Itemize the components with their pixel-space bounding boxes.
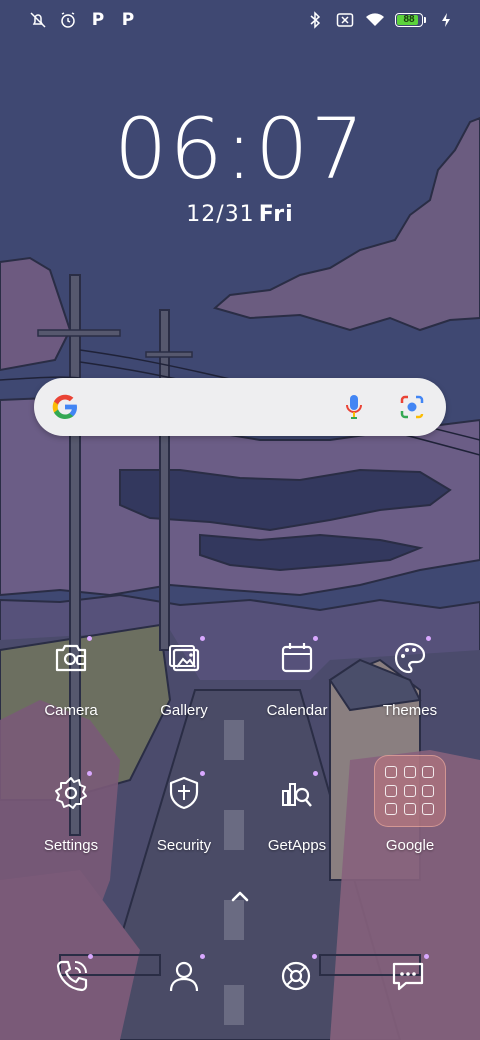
dock-phone[interactable] xyxy=(42,954,102,1018)
dock-browser[interactable] xyxy=(266,954,326,1018)
gallery-icon xyxy=(169,645,200,672)
notification-dot xyxy=(200,954,205,959)
contacts-icon xyxy=(169,961,199,992)
dock-messages[interactable] xyxy=(378,954,438,1018)
app-label: Calendar xyxy=(266,702,328,719)
battery-frame: 88 xyxy=(395,13,423,27)
wifi-icon xyxy=(365,10,385,30)
p-notification-icon: P xyxy=(121,10,135,30)
clock-date[interactable]: 12/31 Fri xyxy=(0,202,480,227)
folder-app-icon xyxy=(422,784,435,797)
shield-icon xyxy=(169,776,199,810)
folder-app-icon xyxy=(403,784,416,797)
charging-icon xyxy=(436,10,456,30)
app-settings[interactable]: Settings xyxy=(23,771,119,871)
messages-icon xyxy=(392,962,424,991)
folder-app-icon xyxy=(403,803,416,816)
folder-app-icon xyxy=(385,803,397,816)
battery-cap xyxy=(424,17,426,23)
app-drawer-chevron-up-icon[interactable] xyxy=(228,884,252,908)
app-gallery[interactable]: Gallery xyxy=(136,636,232,736)
google-lens-icon[interactable] xyxy=(398,394,426,420)
folder-app-icon xyxy=(385,766,397,778)
notification-dot xyxy=(87,771,92,776)
app-label: Camera xyxy=(44,702,98,719)
google-folder[interactable] xyxy=(374,755,446,827)
notification-dot xyxy=(426,636,431,641)
folder-app-icon xyxy=(385,784,397,797)
app-calendar[interactable]: Calendar xyxy=(249,636,345,736)
folder-app-icon xyxy=(403,766,416,778)
app-label: GetApps xyxy=(267,837,327,854)
weekday-text: Fri xyxy=(258,202,294,227)
google-search-bar[interactable] xyxy=(34,378,446,436)
battery-level: 88 xyxy=(403,14,415,25)
date-text: 12/31 xyxy=(186,202,255,227)
app-label: Security xyxy=(156,837,212,854)
app-camera[interactable]: Camera xyxy=(23,636,119,736)
notification-dot xyxy=(200,771,205,776)
app-getapps[interactable]: GetApps xyxy=(249,771,345,871)
battery-icon: 88 xyxy=(395,13,426,27)
getapps-icon xyxy=(282,783,312,807)
microphone-icon[interactable] xyxy=(342,392,366,422)
folder-icon xyxy=(385,766,437,818)
folder-app-icon xyxy=(422,766,435,778)
notification-dot xyxy=(313,771,318,776)
browser-icon xyxy=(281,961,311,991)
notification-dot xyxy=(88,954,93,959)
sim-no-signal-icon xyxy=(335,10,355,30)
notification-dot xyxy=(312,954,317,959)
status-bar: P P 88 xyxy=(0,0,480,44)
notification-dot xyxy=(200,636,205,641)
notification-dot xyxy=(424,954,429,959)
google-g-icon xyxy=(52,394,77,419)
gear-icon xyxy=(55,777,87,809)
dock-contacts[interactable] xyxy=(154,954,214,1018)
clock-time[interactable]: 06:07 xyxy=(0,104,480,194)
phone-icon xyxy=(56,960,88,992)
app-label: Settings xyxy=(43,837,99,854)
p-notification-icon: P xyxy=(91,10,105,30)
notification-dot xyxy=(313,636,318,641)
app-themes[interactable]: Themes xyxy=(362,636,458,736)
palette-icon xyxy=(394,642,426,674)
camera-icon xyxy=(55,644,87,672)
alarm-off-icon xyxy=(28,10,48,30)
app-label: Gallery xyxy=(160,702,208,719)
alarm-clock-icon xyxy=(58,10,78,30)
app-label: Themes xyxy=(382,702,438,719)
bluetooth-icon xyxy=(305,10,325,30)
folder-app-icon xyxy=(422,803,435,816)
notification-dot xyxy=(87,636,92,641)
calendar-icon xyxy=(281,643,313,673)
app-security[interactable]: Security xyxy=(136,771,232,871)
